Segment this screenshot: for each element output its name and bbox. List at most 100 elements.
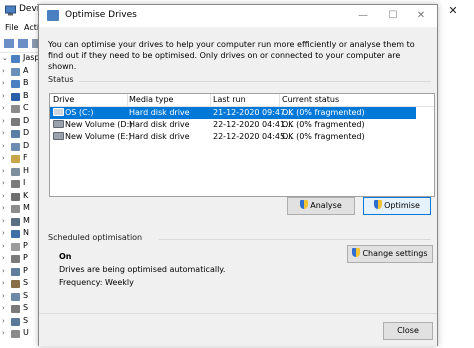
optimise-drives-window: Optimise Drives — ☐ ✕ You can optimise y… [38,4,438,346]
device-tree-label: I [23,178,26,187]
optimise-button[interactable]: Optimise [363,197,431,215]
device-category-icon [11,317,20,326]
expand-chevron-icon[interactable]: › [2,79,5,87]
device-category-icon [11,192,20,201]
expand-chevron-icon[interactable]: › [2,254,5,262]
expand-chevron-icon[interactable]: › [2,229,5,237]
drive-row[interactable]: New Volume (D:) Hard disk drive 22-12-2020… [50,119,416,131]
close-button[interactable]: ✕ [436,2,470,20]
device-tree-label: B [23,78,29,87]
device-category-icon [11,305,20,313]
schedule-state: On [59,252,72,261]
device-tree-label: P [23,265,28,275]
od-maximize-button[interactable]: ☐ [379,7,407,25]
device-tree-label: S [23,315,29,325]
scheduled-divider [159,239,431,240]
expand-chevron-icon[interactable]: › [2,117,5,125]
device-tree-label: M [23,203,30,212]
column-media-type[interactable]: Media type [129,95,173,104]
expand-chevron-icon[interactable]: › [2,192,5,200]
expand-chevron-icon[interactable]: › [2,67,5,75]
expand-chevron-icon[interactable]: › [2,104,5,112]
expand-chevron-icon[interactable]: › [2,142,5,150]
scheduled-optimisation-label: Scheduled optimisation [48,233,143,242]
drive-media-type: Hard disk drive [129,108,190,117]
expand-chevron-icon[interactable]: › [2,304,5,312]
device-category-icon [11,180,20,188]
drive-status: OK (0% fragmented) [282,108,365,117]
expand-chevron-icon[interactable]: › [2,129,5,137]
status-label: Status [48,75,74,84]
device-tree-label: D [23,115,30,125]
expand-chevron-icon[interactable]: ⌄ [2,54,8,62]
analyse-label: Analyse [310,201,342,210]
drive-name: New Volume (E:) [65,132,132,141]
expand-chevron-icon[interactable]: › [2,154,5,162]
device-tree-label: D [23,140,30,150]
device-category-icon [11,117,20,126]
drive-media-type: Hard disk drive [129,120,190,129]
device-tree-label: M [23,215,30,225]
shield-icon [300,200,309,209]
change-settings-button[interactable]: Change settings [347,245,433,263]
device-category-icon [11,67,20,76]
optimise-drives-titlebar: Optimise Drives — ☐ ✕ [39,5,437,27]
device-category-icon [11,292,20,301]
hard-drive-icon [53,108,64,116]
expand-chevron-icon[interactable]: › [2,217,5,225]
column-last-run[interactable]: Last run [213,95,246,104]
device-manager-icon [5,5,16,16]
device-tree-label: S [23,290,29,300]
device-tree-label: F [23,153,28,162]
drives-list[interactable]: Drive Media type Last run Current status… [49,93,435,197]
change-settings-label: Change settings [362,249,428,258]
drives-list-header: Drive Media type Last run Current status [50,94,434,107]
close-dialog-button[interactable]: Close [383,322,433,340]
hard-drive-icon [53,120,64,128]
device-category-icon [11,280,20,288]
device-tree-label: H [23,165,30,175]
device-tree-label: U [23,328,29,337]
device-tree-label: D [23,128,30,137]
od-minimize-button[interactable]: — [349,7,377,25]
device-tree-label: S [23,278,29,287]
expand-chevron-icon[interactable]: › [2,279,5,287]
menu-file[interactable]: File [5,23,18,32]
drive-name: New Volume (D:) [65,120,133,129]
dialog-footer: Close [39,313,437,346]
device-tree-label: P [23,240,28,250]
column-drive[interactable]: Drive [53,95,74,104]
device-category-icon [11,255,20,263]
expand-chevron-icon[interactable]: › [2,92,5,100]
device-tree-label: A [23,65,29,75]
expand-chevron-icon[interactable]: › [2,267,5,275]
expand-chevron-icon[interactable]: › [2,167,5,175]
drive-last-run: 22-12-2020 04:41... [213,120,293,129]
hard-drive-icon [53,132,64,140]
shield-icon [374,200,383,209]
optimise-drives-title: Optimise Drives [65,10,137,20]
expand-chevron-icon[interactable]: › [2,242,5,250]
schedule-frequency: Frequency: Weekly [59,278,134,287]
device-category-icon [11,55,20,63]
device-tree-label: K [23,190,29,200]
drive-row[interactable]: New Volume (E:) Hard disk drive 22-12-2020… [50,131,416,143]
analyse-button[interactable]: Analyse [287,197,355,215]
expand-chevron-icon[interactable]: › [2,179,5,187]
drive-row[interactable]: OS (C:) Hard disk drive 21-12-2020 09:47..… [50,107,416,119]
expand-chevron-icon[interactable]: › [2,329,5,337]
expand-chevron-icon[interactable]: › [2,317,5,325]
drive-media-type: Hard disk drive [129,132,190,141]
column-current-status[interactable]: Current status [282,95,339,104]
drive-name: OS (C:) [65,108,94,117]
back-icon[interactable] [4,39,14,48]
device-tree-label: C [23,103,29,112]
forward-icon[interactable] [18,39,28,48]
drive-status: OK (0% fragmented) [282,132,365,141]
device-category-icon [11,205,20,213]
expand-chevron-icon[interactable]: › [2,292,5,300]
od-close-button[interactable]: ✕ [407,7,435,25]
optimise-drives-icon [47,10,59,21]
expand-chevron-icon[interactable]: › [2,204,5,212]
device-tree-label: P [23,253,28,262]
